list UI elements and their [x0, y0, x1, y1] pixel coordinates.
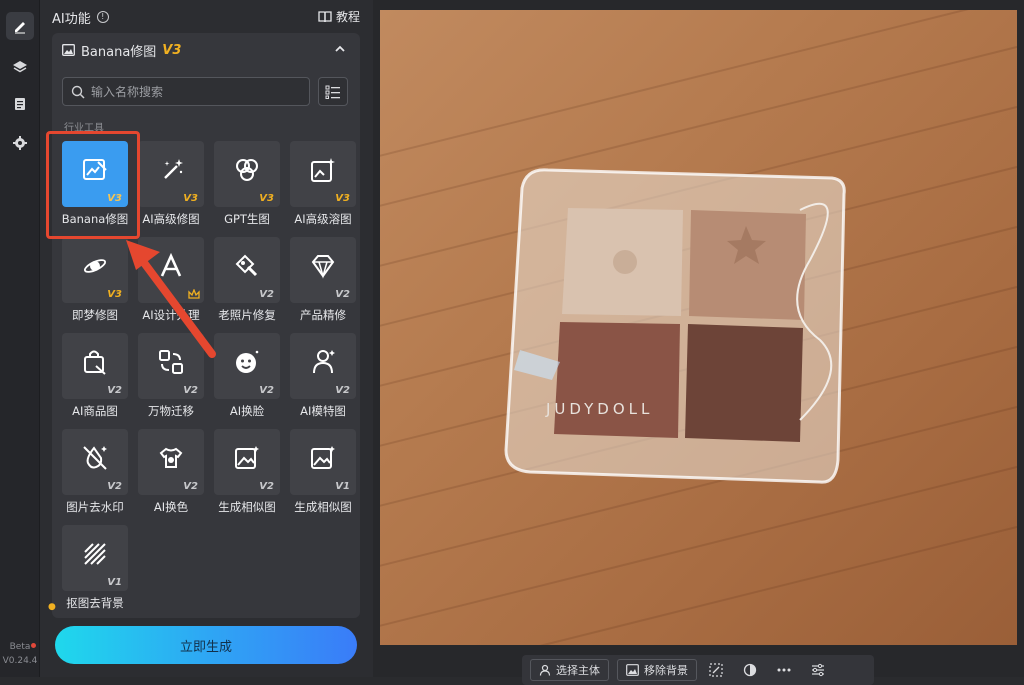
- image-icon: [62, 44, 75, 56]
- tool-label: GPT生图: [224, 212, 270, 226]
- person-icon: [539, 664, 551, 676]
- face-swap-icon: [236, 350, 259, 373]
- palette-brand-text: JUDYDOLL: [546, 400, 654, 418]
- tool-version: V1: [335, 481, 350, 492]
- tool-tile-gpt-image[interactable]: V3: [214, 141, 280, 207]
- tool-version: V2: [107, 481, 122, 492]
- tool-label: AI高级溶图: [294, 212, 352, 226]
- eyeshadow-palette-icon: [504, 168, 846, 484]
- tool-tile-remove-watermark[interactable]: V2: [62, 429, 128, 495]
- tool-tile-ai-blend[interactable]: V3: [290, 141, 356, 207]
- settings-gear-icon[interactable]: [6, 129, 34, 157]
- search-input[interactable]: [91, 84, 301, 99]
- tool-label: AI换色: [153, 500, 189, 514]
- tool-version: V2: [107, 385, 122, 396]
- similar-image-icon: [235, 446, 259, 469]
- canvas-toolbar: 选择主体 移除背景: [522, 655, 874, 685]
- sparkle-image-icon: [311, 158, 335, 182]
- remove-background-label: 移除背景: [644, 664, 688, 677]
- tool-tile-ai-product[interactable]: V2: [62, 333, 128, 399]
- tool-card-header[interactable]: Banana修图 V3: [62, 41, 350, 60]
- tool-version: V2: [335, 289, 350, 300]
- coin-icon: ●: [48, 602, 56, 612]
- tool-label: 生成相似图: [218, 500, 276, 514]
- tool-label: AI高级修图: [142, 212, 200, 226]
- shopping-bag-icon: [84, 350, 106, 375]
- tool-label: 抠图去背景: [66, 596, 124, 610]
- tool-tile-similar-image-v2[interactable]: V2: [214, 429, 280, 495]
- layers-icon[interactable]: [6, 53, 34, 81]
- tool-version: V3: [259, 193, 274, 204]
- select-subject-button[interactable]: 选择主体: [530, 659, 609, 681]
- tool-version: V2: [183, 481, 198, 492]
- tool-label: 产品精修: [300, 308, 346, 322]
- notification-dot: [31, 643, 36, 648]
- tool-version: V2: [259, 289, 274, 300]
- tool-version: V2: [259, 385, 274, 396]
- gpt-knot-icon: [236, 159, 258, 181]
- tool-version: V3: [183, 193, 198, 204]
- tool-tile-ai-advanced-edit[interactable]: V3: [138, 141, 204, 207]
- tool-card-title: Banana修图: [81, 44, 157, 60]
- chevron-up-icon[interactable]: [334, 43, 346, 55]
- tool-label: AI换脸: [229, 404, 265, 418]
- palette-photo[interactable]: JUDYDOLL: [380, 10, 1017, 645]
- tool-tile-jimeng[interactable]: V3: [62, 237, 128, 303]
- tool-label: AI模特图: [300, 404, 346, 418]
- generate-button[interactable]: 立即生成: [55, 626, 357, 664]
- canvas-area: JUDYDOLL: [373, 0, 1024, 677]
- image-icon: [626, 664, 639, 676]
- book-icon: [318, 10, 332, 22]
- recolor-shirt-icon: [159, 447, 183, 468]
- search-box[interactable]: [62, 77, 310, 106]
- tool-label: 万物迁移: [148, 404, 194, 418]
- tool-tile-ai-model[interactable]: V2: [290, 333, 356, 399]
- tool-tile-cutout[interactable]: V1: [62, 525, 128, 591]
- tool-version: V2: [259, 481, 274, 492]
- magic-wand-icon: [164, 159, 183, 179]
- diamond-icon: [311, 255, 335, 279]
- tool-label: 图片去水印: [66, 500, 124, 514]
- dream-planet-icon: [83, 259, 107, 273]
- left-rail: Beta V0.24.4: [0, 0, 40, 677]
- tool-label: 生成相似图: [294, 500, 352, 514]
- tool-tile-face-swap[interactable]: V2: [214, 333, 280, 399]
- model-person-icon: [313, 350, 335, 374]
- tool-tile-product-retouch[interactable]: V2: [290, 237, 356, 303]
- list-view-icon: [325, 85, 340, 99]
- contrast-icon[interactable]: [739, 659, 761, 681]
- edit-pen-icon[interactable]: [6, 12, 34, 40]
- tool-card-version: V3: [162, 42, 182, 58]
- panel-header: AI功能 ! 教程: [52, 8, 360, 27]
- document-icon[interactable]: [6, 90, 34, 118]
- crop-expand-icon[interactable]: [705, 659, 727, 681]
- tool-tile-similar-image-v1[interactable]: V1: [290, 429, 356, 495]
- panel-title: AI功能: [52, 11, 91, 27]
- version-label: V0.24.4: [2, 656, 38, 666]
- info-icon[interactable]: !: [96, 11, 109, 23]
- remove-background-button[interactable]: 移除背景: [617, 659, 697, 681]
- similar-image-icon: [311, 446, 335, 469]
- adjust-sliders-icon[interactable]: [807, 659, 829, 681]
- select-subject-label: 选择主体: [556, 664, 600, 677]
- tutorial-label: 教程: [335, 10, 360, 24]
- search-icon: [71, 85, 85, 99]
- cutout-stripes-icon: [84, 543, 106, 565]
- selection-highlight-box: [46, 131, 140, 239]
- tool-version: V2: [183, 385, 198, 396]
- annotation-arrow-icon: [126, 240, 216, 358]
- tool-tile-photo-repair[interactable]: V2: [214, 237, 280, 303]
- remove-watermark-icon: [83, 446, 107, 470]
- list-view-button[interactable]: [318, 77, 348, 106]
- tool-label: AI商品图: [72, 404, 118, 418]
- tool-version: V2: [335, 385, 350, 396]
- tool-version: V1: [107, 577, 122, 588]
- tool-tile-ai-recolor[interactable]: V2: [138, 429, 204, 495]
- more-icon[interactable]: [773, 659, 795, 681]
- tutorial-link[interactable]: 教程: [318, 8, 360, 25]
- tool-version: V3: [335, 193, 350, 204]
- photo-repair-icon: [235, 254, 258, 277]
